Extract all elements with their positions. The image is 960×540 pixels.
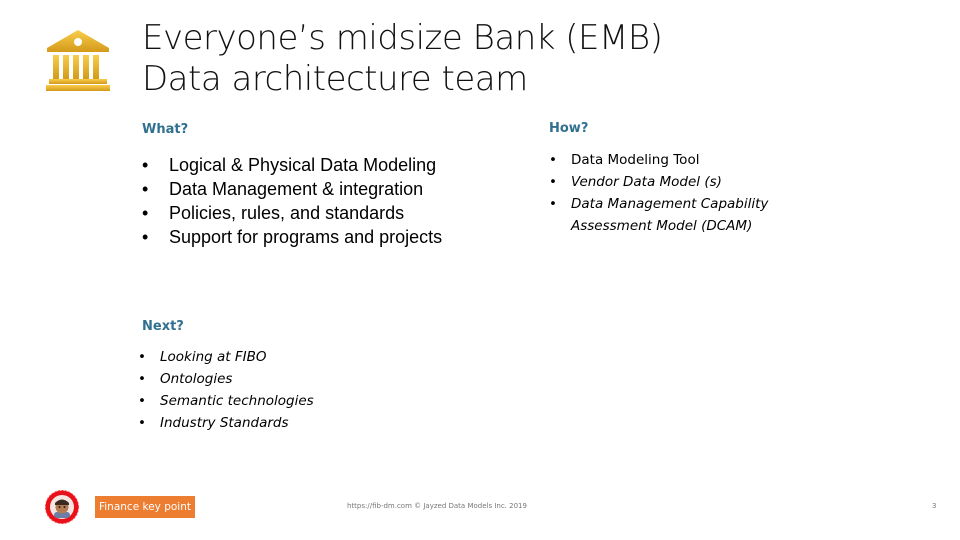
bullet-icon: • (142, 179, 149, 199)
how-heading: How? (549, 121, 589, 136)
slide-title-line1: Everyone’s midsize Bank (EMB) (142, 18, 663, 58)
what-list: • Logical & Physical Data Modeling • Data … (142, 153, 442, 249)
bullet-icon: • (142, 155, 149, 175)
list-item: • Data Management & integration (142, 179, 424, 199)
list-item: • Vendor Data Model (s) (549, 171, 768, 193)
bullet-icon: • (142, 227, 149, 247)
list-item: • Support for programs and projects (142, 227, 443, 247)
bank-building-icon (46, 30, 110, 91)
slide-title-line2: Data architecture team (142, 59, 528, 99)
what-heading: What? (142, 122, 189, 137)
list-item: • Industry Standards (138, 412, 314, 434)
list-item: • Ontologies (138, 368, 314, 390)
next-heading: Next? (142, 319, 184, 334)
bullet-icon: • (138, 349, 146, 365)
mascot-badge-icon (45, 490, 79, 524)
bullet-icon: • (549, 152, 557, 168)
list-item: • Logical & Physical Data Modeling (142, 155, 437, 175)
list-item: • Policies, rules, and standards (142, 203, 405, 223)
footer-copyright: https://fib-dm.com © Jayzed Data Models … (347, 502, 527, 510)
bullet-icon: • (138, 371, 146, 387)
finance-key-point-button[interactable]: Finance key point (95, 496, 195, 518)
list-item: • Data Modeling Tool (549, 149, 768, 171)
page-number: 3 (932, 502, 937, 510)
bullet-icon: • (142, 203, 149, 223)
bullet-icon: • (549, 196, 557, 212)
list-item: • Semantic technologies (138, 390, 314, 412)
next-list: • Looking at FIBO • Ontologies • Semantic t… (138, 346, 314, 434)
list-item: • Data Management Capability Assessment Mo… (549, 193, 768, 237)
how-list: • Data Modeling Tool • Vendor Data Model (… (549, 149, 768, 237)
list-item: • Looking at FIBO (138, 346, 314, 368)
slide-title: Everyone’s midsize Bank (EMB) Data archi… (142, 18, 663, 100)
bullet-icon: • (549, 174, 557, 190)
bullet-icon: • (138, 393, 146, 409)
bullet-icon: • (138, 415, 146, 431)
